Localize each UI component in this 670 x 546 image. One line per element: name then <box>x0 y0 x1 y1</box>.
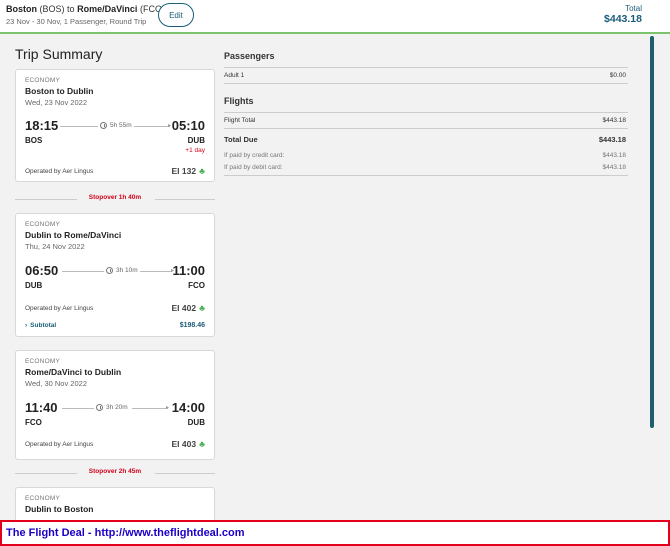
flight-leg: Boston to Dublin <box>25 86 94 96</box>
flight-leg: Dublin to Rome/DaVinci <box>25 230 122 240</box>
duration-line <box>132 408 168 409</box>
flight-duration: 3h 10m <box>106 267 138 274</box>
flight-number: EI 403 ♣ <box>171 439 205 449</box>
cabin-class: ECONOMY <box>25 358 60 365</box>
cabin-class: ECONOMY <box>25 495 60 502</box>
flight-card: ECONOMY Boston to Dublin Wed, 23 Nov 202… <box>15 69 215 182</box>
flight-number: EI 402 ♣ <box>171 303 205 313</box>
subtotal-toggle[interactable]: › Subtotal <box>25 322 56 329</box>
departure-airport: BOS <box>25 136 43 145</box>
flight-date: Wed, 23 Nov 2022 <box>25 98 87 107</box>
departure-time: 06:50 <box>25 263 59 278</box>
stopover-divider: Stopover 1h 40m <box>15 194 215 204</box>
departure-airport: FCO <box>25 418 42 427</box>
subtotal-value: $198.46 <box>179 322 205 329</box>
passenger-row: Adult 1 $0.00 <box>224 72 626 79</box>
origin-city: Boston <box>6 4 37 14</box>
arrow-right-icon: ▸ <box>168 123 172 129</box>
arrow-right-icon: ▸ <box>166 405 170 411</box>
arrival-airport: DUB <box>187 418 205 427</box>
to-word: to <box>67 4 75 14</box>
shamrock-icon: ♣ <box>199 439 205 449</box>
credit-card-row: If paid by credit card: $443.18 <box>224 152 626 159</box>
duration-line <box>134 126 170 127</box>
flight-card: ECONOMY Dublin to Rome/DaVinci Thu, 24 N… <box>15 213 215 337</box>
watermark-text: The Flight Deal - http://www.theflightde… <box>6 527 245 539</box>
header-total-label: Total <box>625 4 642 13</box>
arrival-time: 14:00 <box>171 400 205 415</box>
total-due-row: Total Due $443.18 <box>224 135 626 144</box>
operator: Operated by Aer Lingus <box>25 168 94 175</box>
flight-date: Wed, 30 Nov 2022 <box>25 379 87 388</box>
edit-button[interactable]: Edit <box>158 3 194 27</box>
chevron-right-icon: › <box>25 322 28 329</box>
divider <box>224 112 628 113</box>
scrollbar-thumb[interactable] <box>650 36 654 428</box>
watermark-banner: The Flight Deal - http://www.theflightde… <box>0 520 670 546</box>
origin-code: (BOS) <box>39 4 65 14</box>
clock-icon <box>100 122 107 129</box>
header-total-value[interactable]: $443.18 <box>604 13 642 25</box>
destination-city: Rome/DaVinci <box>77 4 138 14</box>
departure-time: 11:40 <box>25 400 58 415</box>
passengers-title: Passengers <box>224 51 275 61</box>
divider <box>224 175 628 176</box>
arrival-time: 05:10 <box>171 118 205 133</box>
arrival-airport: FCO <box>188 281 205 290</box>
cabin-class: ECONOMY <box>25 77 60 84</box>
clock-icon <box>106 267 113 274</box>
duration-line <box>140 271 172 272</box>
flight-number: EI 132 ♣ <box>171 166 205 176</box>
flight-leg: Rome/DaVinci to Dublin <box>25 367 122 377</box>
operator: Operated by Aer Lingus <box>25 441 94 448</box>
flight-duration: 5h 55m <box>100 122 132 129</box>
trip-summary-title: Trip Summary <box>15 46 103 62</box>
clock-icon <box>96 404 103 411</box>
operator: Operated by Aer Lingus <box>25 305 94 312</box>
arrival-time: 11:00 <box>172 263 205 278</box>
arrival-airport: DUB <box>187 136 205 145</box>
plus-day-note: +1 day <box>185 147 205 154</box>
divider <box>224 128 628 129</box>
departure-airport: DUB <box>25 281 43 290</box>
departure-time: 18:15 <box>25 118 59 133</box>
flight-leg: Dublin to Boston <box>25 504 94 514</box>
duration-line <box>62 408 94 409</box>
flight-duration: 3h 20m <box>96 404 128 411</box>
stopover-divider: Stopover 2h 45m <box>15 468 215 478</box>
cabin-class: ECONOMY <box>25 221 60 228</box>
duration-line <box>62 271 104 272</box>
debit-card-row: If paid by debit card: $443.18 <box>224 164 626 171</box>
booking-header: Boston (BOS) to Rome/DaVinci (FCO) 23 No… <box>0 0 670 34</box>
trip-subinfo: 23 Nov - 30 Nov, 1 Passenger, Round Trip <box>6 17 147 26</box>
flights-title: Flights <box>224 96 254 106</box>
divider <box>224 83 628 84</box>
flight-total-row: Flight Total $443.18 <box>224 117 626 124</box>
shamrock-icon: ♣ <box>199 303 205 313</box>
flight-card: ECONOMY Rome/DaVinci to Dublin Wed, 30 N… <box>15 350 215 460</box>
duration-line <box>60 126 98 127</box>
divider <box>224 67 628 68</box>
shamrock-icon: ♣ <box>199 166 205 176</box>
flight-date: Thu, 24 Nov 2022 <box>25 242 85 251</box>
route-title: Boston (BOS) to Rome/DaVinci (FCO) <box>6 4 165 14</box>
